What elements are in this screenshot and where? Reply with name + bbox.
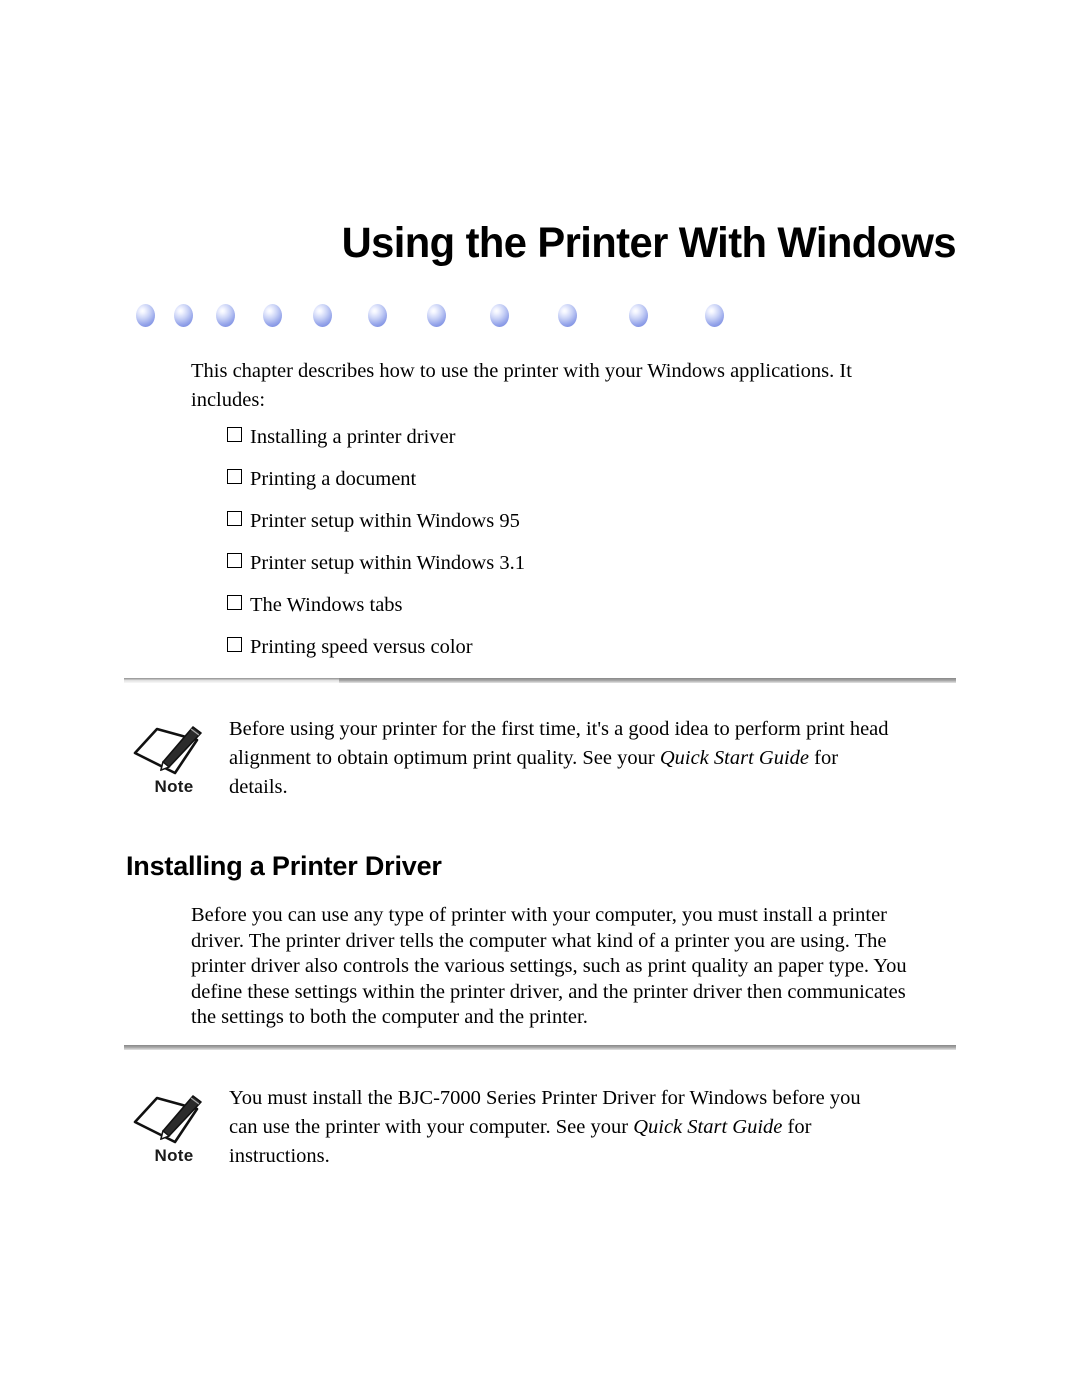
note-italic-reference: Quick Start Guide [659, 747, 809, 769]
intro-paragraph: This chapter describes how to use the pr… [191, 360, 852, 411]
section-paragraph: Before you can use any type of printer w… [191, 904, 907, 1028]
decorative-dot [427, 304, 446, 327]
decorative-dot [490, 304, 510, 327]
checkbox-icon [227, 595, 242, 610]
note-text: You must install the BJC-7000 Series Pri… [229, 1087, 861, 1167]
list-item: Printer setup within Windows 3.1 [227, 549, 927, 591]
list-item-label: Printer setup within Windows 95 [250, 510, 520, 532]
decorative-dot [216, 304, 236, 327]
checkbox-icon [227, 469, 242, 484]
rule-segment-full [124, 1045, 956, 1050]
checkbox-icon [227, 637, 242, 652]
decorative-dot [629, 304, 649, 327]
horizontal-rule-top [124, 678, 956, 683]
decorative-dot [174, 304, 193, 327]
list-item: Installing a printer driver [227, 423, 927, 465]
list-item-label: Printing speed versus color [250, 636, 473, 658]
decorative-dot [705, 304, 724, 327]
decorative-dot [262, 304, 282, 327]
list-item-label: Printer setup within Windows 3.1 [250, 552, 525, 574]
section-heading: Installing a Printer Driver [126, 851, 442, 881]
decorative-dot [368, 304, 387, 327]
note-block-one: Note Before using your printer for the f… [124, 715, 964, 825]
list-item: The Windows tabs [227, 591, 927, 633]
note-text: Before using your printer for the first … [229, 718, 889, 798]
note-italic-reference: Quick Start Guide [633, 1116, 783, 1138]
list-item-label: The Windows tabs [250, 594, 403, 616]
list-item: Printing a document [227, 465, 927, 507]
note-caption: Note [154, 777, 194, 796]
checkbox-icon [227, 427, 242, 442]
decorative-dot [313, 304, 333, 327]
decorative-dot-row [136, 300, 956, 334]
list-item: Printer setup within Windows 95 [227, 507, 927, 549]
decorative-dot [557, 304, 577, 327]
document-page: Using the Printer With Windows This chap… [0, 0, 1080, 1397]
chapter-title: Using the Printer With Windows [341, 219, 957, 267]
chapter-contents-list: Installing a printer driver Printing a d… [227, 423, 927, 675]
list-item-label: Printing a document [250, 468, 417, 490]
list-item: Printing speed versus color [227, 633, 927, 675]
checkbox-icon [227, 553, 242, 568]
list-item-label: Installing a printer driver [250, 426, 456, 448]
rule-segment-dark [339, 678, 956, 683]
horizontal-rule-bottom [124, 1045, 956, 1050]
decorative-dot [136, 304, 155, 327]
note-caption: Note [154, 1146, 194, 1165]
checkbox-icon [227, 511, 242, 526]
rule-segment-light [124, 678, 339, 683]
note-block-two: Note You must install the BJC-7000 Serie… [124, 1084, 964, 1194]
